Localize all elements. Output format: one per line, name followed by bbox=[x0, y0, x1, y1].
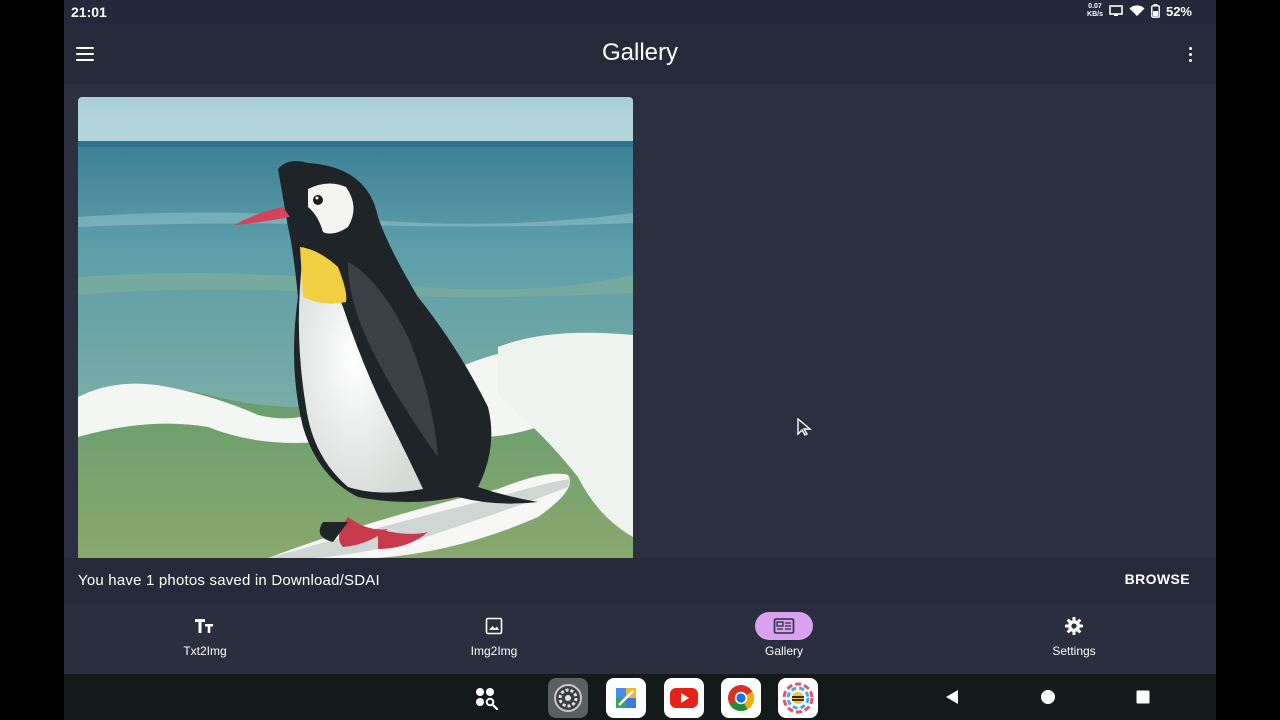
nav-pill-active bbox=[755, 612, 813, 640]
nav-pill bbox=[465, 612, 523, 640]
settings-app-icon[interactable] bbox=[548, 678, 588, 718]
text-icon bbox=[195, 619, 213, 633]
penguin-surfing-image bbox=[78, 97, 633, 558]
more-vert-icon[interactable] bbox=[1182, 44, 1198, 64]
screen-cast-icon bbox=[1109, 5, 1123, 16]
nav-item-txt2img[interactable]: Txt2Img bbox=[135, 612, 275, 658]
wifi-icon bbox=[1129, 5, 1145, 17]
mouse-cursor-icon bbox=[797, 418, 812, 436]
top-app-bar: Gallery bbox=[64, 24, 1216, 84]
app-drawer-icon[interactable] bbox=[466, 678, 506, 718]
status-icons: 0.07 KB/s 52% bbox=[1087, 3, 1192, 19]
battery-icon bbox=[1151, 4, 1160, 18]
nav-pill bbox=[176, 612, 234, 640]
saved-photos-bar: You have 1 photos saved in Download/SDAI… bbox=[64, 558, 1216, 604]
youtube-app-icon[interactable] bbox=[664, 678, 704, 718]
nav-label: Img2Img bbox=[470, 644, 518, 658]
device-screen: 21:01 0.07 KB/s 52% Gallery You have 1 p… bbox=[64, 0, 1216, 720]
net-speed-unit: KB/s bbox=[1087, 11, 1103, 18]
gallery-icon bbox=[773, 618, 795, 634]
network-speed: 0.07 KB/s bbox=[1087, 3, 1103, 19]
nav-item-settings[interactable]: Settings bbox=[1004, 612, 1144, 658]
sdai-app-icon[interactable] bbox=[778, 678, 818, 718]
battery-percent: 52% bbox=[1165, 3, 1192, 19]
nav-label: Settings bbox=[1052, 644, 1096, 658]
system-navigation-bar bbox=[64, 674, 1216, 720]
page-title: Gallery bbox=[601, 39, 679, 66]
gallery-grid bbox=[64, 84, 1216, 558]
nav-pill bbox=[1045, 612, 1103, 640]
image-icon bbox=[485, 617, 503, 635]
nav-label: Gallery bbox=[764, 644, 803, 658]
home-icon[interactable] bbox=[1040, 689, 1056, 705]
gear-icon bbox=[1065, 617, 1083, 635]
back-icon[interactable] bbox=[944, 689, 960, 705]
nav-item-gallery[interactable]: Gallery bbox=[714, 612, 854, 658]
status-time: 21:01 bbox=[71, 4, 107, 20]
nav-item-img2img[interactable]: Img2Img bbox=[424, 612, 564, 658]
photos-app-icon[interactable] bbox=[606, 678, 646, 718]
browse-button[interactable]: BROWSE bbox=[1125, 571, 1190, 587]
chrome-app-icon[interactable] bbox=[721, 678, 761, 718]
gallery-photo[interactable] bbox=[78, 97, 633, 558]
saved-photos-message: You have 1 photos saved in Download/SDAI bbox=[78, 572, 380, 589]
nav-label: Txt2Img bbox=[183, 644, 227, 658]
status-bar: 21:01 0.07 KB/s 52% bbox=[64, 0, 1216, 24]
bottom-navigation: Txt2Img Img2Img Gallery Settings bbox=[64, 604, 1216, 674]
net-speed-value: 0.07 bbox=[1088, 3, 1102, 10]
recents-icon[interactable] bbox=[1136, 690, 1150, 704]
